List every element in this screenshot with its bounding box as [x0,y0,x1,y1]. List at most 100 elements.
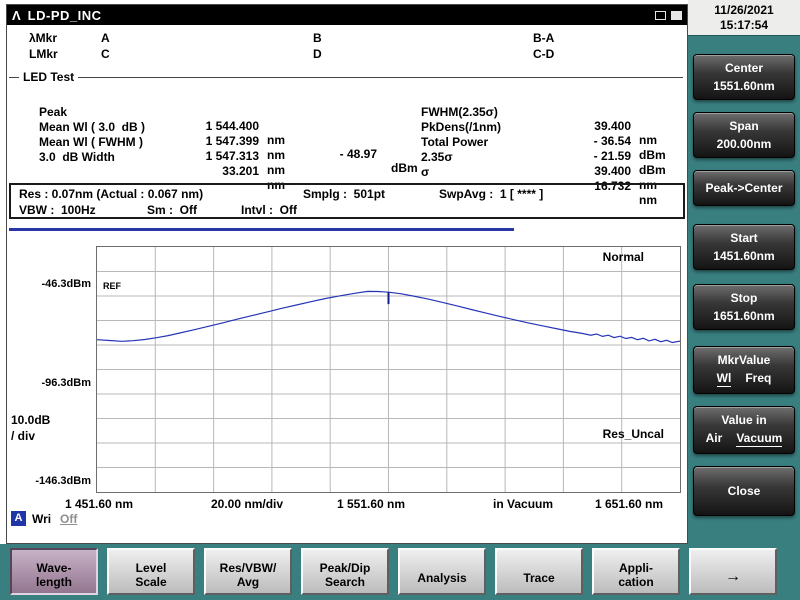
sweep-avg-setting: SwpAvg : 1 [ **** ] [439,187,543,201]
chart-grid [97,247,680,492]
peak-to-center-label: Peak->Center [705,181,782,195]
stop-value: 1651.60nm [713,309,774,323]
measurement-row: 3.0 dB Width 33.201 nm [39,136,439,151]
measurement-row: FWHM(2.35σ) 39.400 nm [421,91,683,106]
sweep-progress-bar [9,228,514,231]
x-axis-medium-label: in Vacuum [493,497,553,511]
time-text: 15:17:54 [688,18,800,33]
softkey-wavelength[interactable]: Wave- length [10,548,98,595]
meas-value: 33.201 [167,164,259,178]
spectrum-plot [97,247,680,492]
value-in-option-vacuum[interactable]: Vacuum [736,431,782,447]
window-controls [655,11,682,20]
value-in-options: Air Vacuum [706,431,783,447]
center-button[interactable]: Center 1551.60nm [693,54,795,100]
softkey-analysis[interactable]: Analysis [398,548,486,595]
softkey-line1: Trace [497,571,581,585]
meas-value: 39.400 [541,164,631,178]
start-value: 1451.60nm [713,249,774,263]
x-axis-start-label: 1 451.60 nm [65,497,133,511]
close-button[interactable]: Close [693,466,795,516]
sampling-setting: Smplg : 501pt [303,187,385,201]
span-button[interactable]: Span 200.00nm [693,112,795,158]
softkey-line2: cation [594,575,678,589]
meas-unit: nm [267,163,285,177]
y-scale-div-label: / div [11,429,35,443]
measurement-row: Mean Wl ( FWHM ) 1 547.313 nm [39,121,439,136]
softkey-level-scale[interactable]: Level Scale [107,548,195,595]
meas-value: 1 547.313 [167,149,259,163]
value-in-label: Value in [721,413,766,427]
stop-button[interactable]: Stop 1651.60nm [693,284,795,330]
analysis-group-label: LED Test [19,70,78,84]
mkr-value-option-wl[interactable]: Wl [717,371,732,387]
softkey-line1: Appli- [594,561,678,575]
marker-b-label: B [313,31,322,45]
osa-screen: Λ LD-PD_INC λMkr A B B-A LMkr C D C-D LE… [0,0,800,600]
softkey-trace[interactable]: Trace [495,548,583,595]
mkr-value-button[interactable]: MkrValue Wl Freq [693,346,795,394]
stop-label: Stop [731,291,758,305]
app-logo-icon: Λ [12,9,21,22]
main-window: Λ LD-PD_INC λMkr A B B-A LMkr C D C-D LE… [6,4,688,544]
y-axis-ref-label: -46.3dBm [9,278,91,290]
lambda-mkr-label: λMkr [29,31,57,45]
marker-row-level: LMkr C D C-D [7,47,687,62]
measurement-row: 2.35σ 39.400 nm [421,136,683,151]
softkey-line2: Avg [206,575,290,589]
span-label: Span [729,119,758,133]
measurement-row: Peak 1 544.400 nm - 48.97 dBm [39,91,439,106]
title-bar: Λ LD-PD_INC [7,5,687,25]
softkey-line2: Scale [109,575,193,589]
more-arrow-icon: → [691,570,775,584]
close-label: Close [728,484,761,498]
marker-row-wavelength: λMkr A B B-A [7,31,687,46]
softkey-line1: Res/VBW/ [206,561,290,575]
softkey-line1: Peak/Dip [303,561,387,575]
vbw-setting: VBW : 100Hz [19,203,96,217]
window-title: LD-PD_INC [28,8,102,23]
center-label: Center [725,61,763,75]
window-restore-icon[interactable] [655,11,666,20]
trace-a-badge[interactable]: A [11,511,26,526]
marker-cd-label: C-D [533,47,554,61]
start-button[interactable]: Start 1451.60nm [693,224,795,270]
marker-d-label: D [313,47,322,61]
trace-write-mode-label: Wri [32,512,51,526]
softkey-more-arrow[interactable]: → [689,548,777,595]
x-axis-center-label: 1 551.60 nm [337,497,405,511]
datetime-display: 11/26/2021 15:17:54 [688,0,800,36]
level-mkr-label: LMkr [29,47,58,61]
start-label: Start [730,231,757,245]
measurement-row: σ 16.732 nm [421,151,683,166]
smoothing-setting: Sm : Off [147,203,197,217]
y-axis-mid-label: -96.3dBm [9,377,91,389]
softkey-side-panel: 11/26/2021 15:17:54 Center 1551.60nm Spa… [688,0,800,600]
window-maximize-icon[interactable] [671,11,682,20]
interval-setting: Intvl : Off [241,203,297,217]
mkr-value-option-freq[interactable]: Freq [745,371,771,387]
value-in-button[interactable]: Value in Air Vacuum [693,406,795,454]
softkey-line2: length [12,575,96,589]
peak-to-center-button[interactable]: Peak->Center [693,170,795,206]
spectrum-chart: Normal REF Res_Uncal [96,246,681,493]
y-scale-label: 10.0dB [11,413,50,427]
value-in-option-air[interactable]: Air [706,431,723,447]
center-value: 1551.60nm [713,79,774,93]
mkr-value-options: Wl Freq [717,371,772,387]
softkey-application[interactable]: Appli- cation [592,548,680,595]
x-axis-scale-label: 20.00 nm/div [211,497,283,511]
softkey-res-vbw-avg[interactable]: Res/VBW/ Avg [204,548,292,595]
meas-label: 3.0 dB Width [39,150,115,164]
measurement-row: Mean Wl ( 3.0 dB ) 1 547.399 nm [39,106,439,121]
y-axis-bottom-label: -146.3dBm [9,475,91,487]
marker-ba-label: B-A [533,31,554,45]
meas-unit-2: dBm [391,161,418,175]
marker-a-label: A [101,31,110,45]
res-uncal-label: Res_Uncal [603,427,664,441]
measurement-row: Total Power - 21.59 dBm [421,121,683,136]
softkey-peak-dip-search[interactable]: Peak/Dip Search [301,548,389,595]
meas-label: σ [421,165,429,179]
softkey-line1: Level [109,561,193,575]
mkr-value-label: MkrValue [718,353,771,367]
